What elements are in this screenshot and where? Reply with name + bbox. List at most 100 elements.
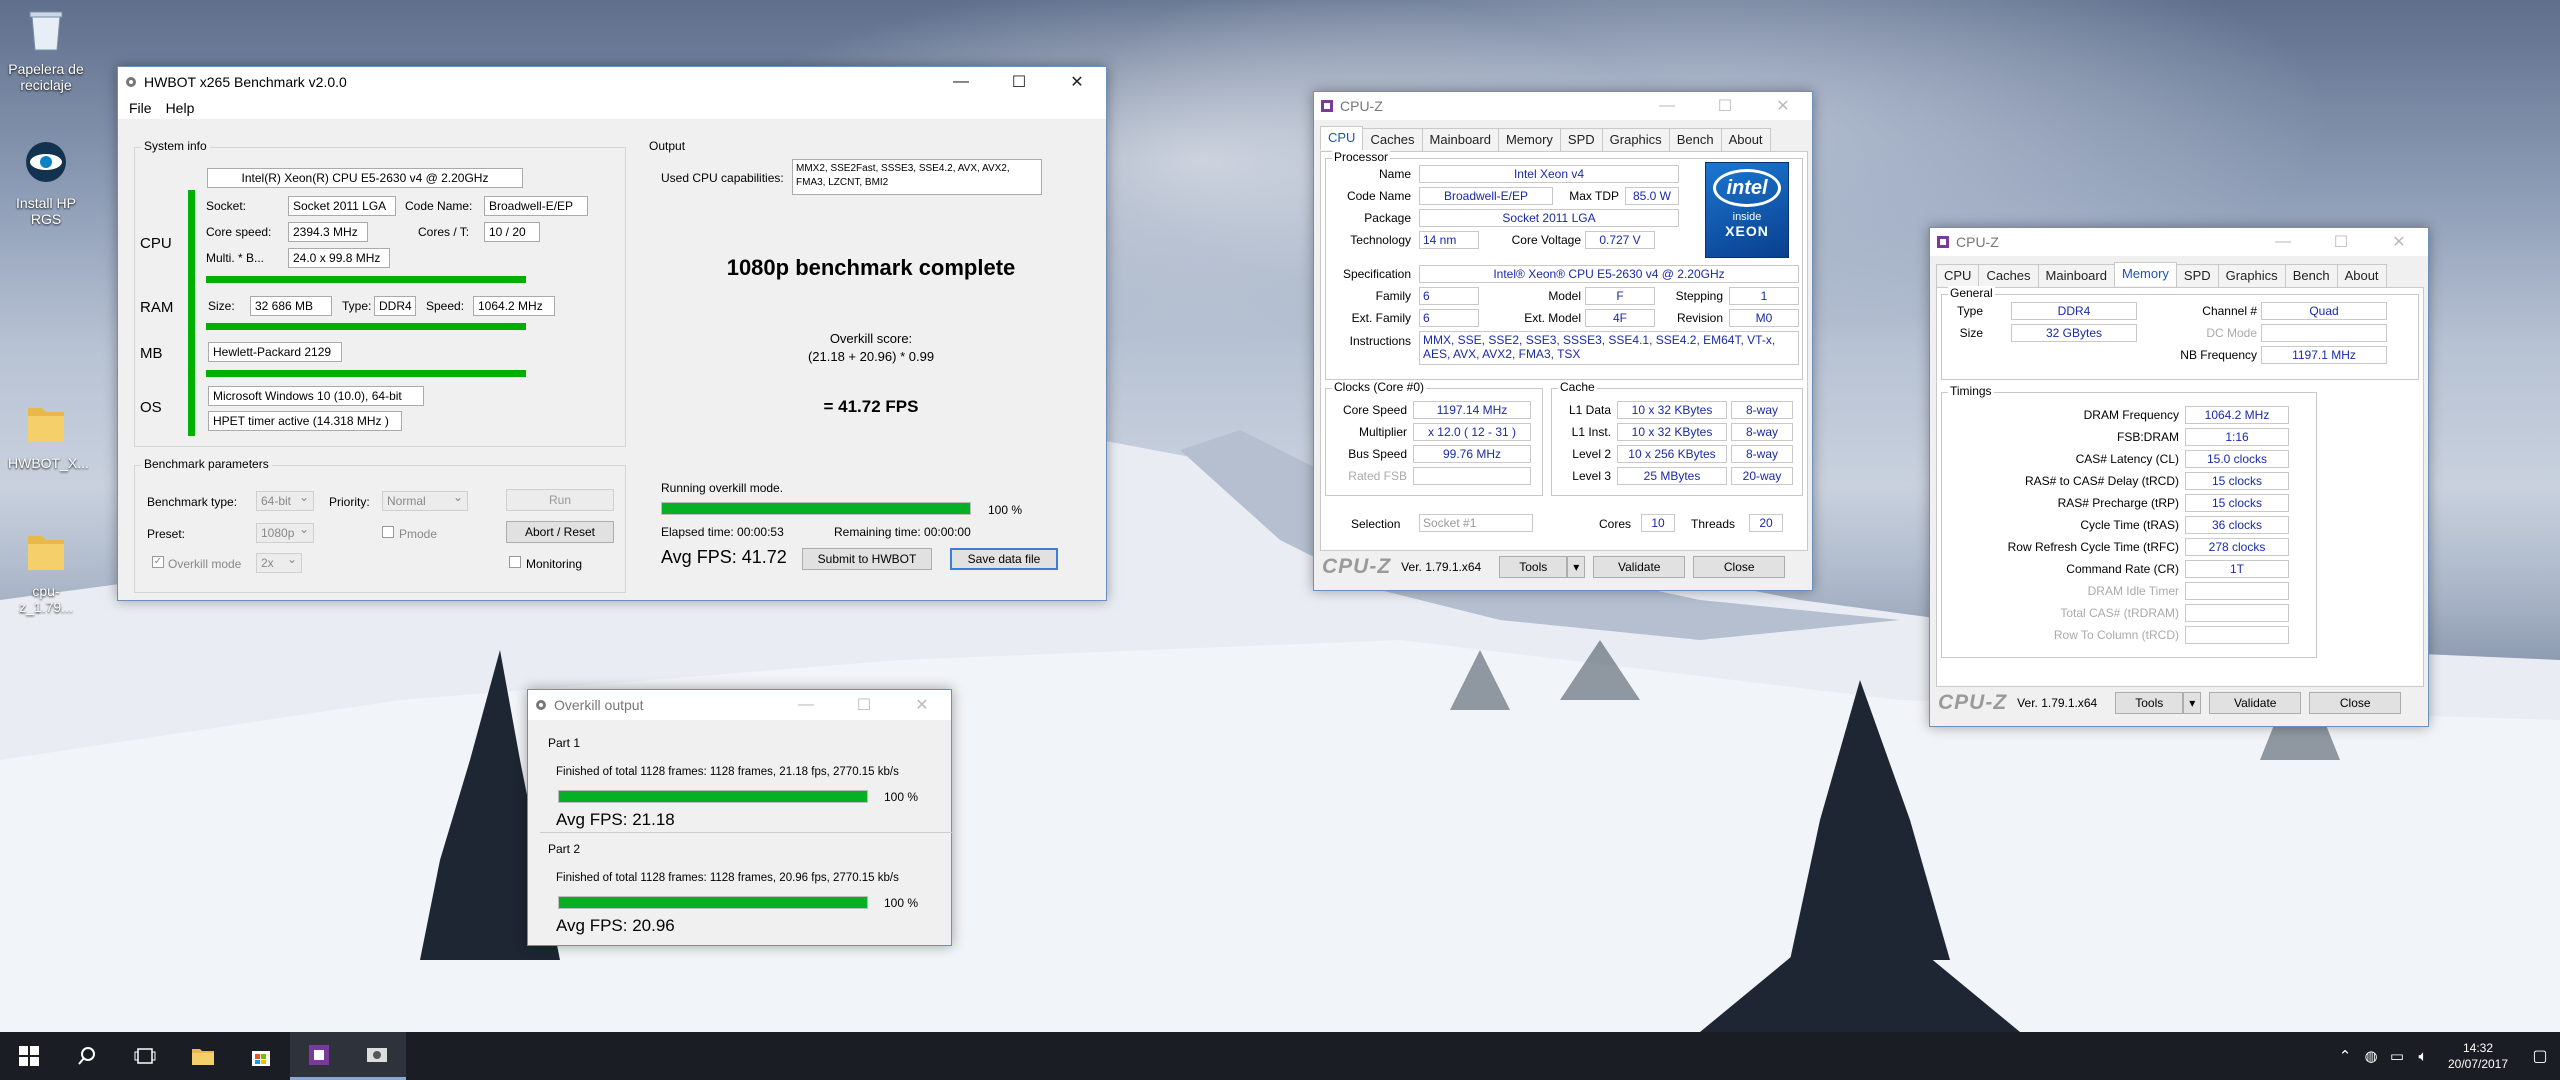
fsb-label: Rated FSB [1348, 469, 1407, 483]
tools-button[interactable]: Tools [2115, 692, 2184, 714]
desktop-icon-hwbot-folder[interactable]: HWBOT_X... [8, 400, 89, 471]
submit-hwbot-button[interactable]: Submit to HWBOT [802, 548, 932, 570]
close-button-footer[interactable]: Close [1693, 556, 1786, 578]
show-hidden-icons-button[interactable]: ⌃ [2332, 1047, 2358, 1065]
tab-about[interactable]: About [2336, 264, 2387, 288]
close-button[interactable]: ✕ [2370, 227, 2428, 257]
overkill-titlebar[interactable]: Overkill output — ☐ ✕ [528, 690, 951, 720]
menu-help[interactable]: Help [159, 100, 202, 116]
task-view-button[interactable] [116, 1032, 174, 1080]
validate-button[interactable]: Validate [1593, 556, 1686, 578]
pmode-checkbox[interactable] [382, 526, 394, 538]
tab-about[interactable]: About [1720, 128, 1771, 152]
revision-value: M0 [1729, 309, 1799, 327]
abort-reset-button[interactable]: Abort / Reset [506, 521, 614, 543]
system-tray: ⌃ ◍ ▭ 🔈︎ [2332, 1047, 2436, 1066]
model-label: Model [1548, 289, 1581, 303]
intel-xeon-logo: intel inside XEON [1705, 162, 1789, 258]
validate-button[interactable]: Validate [2209, 692, 2302, 714]
cpuz-titlebar[interactable]: CPU-Z — ☐ ✕ [1314, 92, 1812, 120]
tab-memory[interactable]: Memory [1497, 128, 1561, 152]
tab-caches[interactable]: Caches [1978, 264, 2039, 288]
overkill-checkbox[interactable]: ✓ [152, 556, 164, 568]
notification-icon: ▢ [2532, 1048, 2548, 1065]
part1-progress-bar [558, 790, 868, 803]
desktop-icon-cpuz-folder[interactable]: cpu-z_1.79... [8, 528, 84, 615]
tools-dropdown-button[interactable]: ▾ [2183, 692, 2202, 714]
maximize-button[interactable]: ☐ [990, 67, 1048, 97]
close-button-footer[interactable]: Close [2309, 692, 2402, 714]
tab-memory[interactable]: Memory [2113, 262, 2177, 286]
ram-size-value: 32 686 MB [250, 296, 332, 316]
tab-graphics[interactable]: Graphics [1601, 128, 1670, 152]
desktop-icon-hp-rgs[interactable]: Install HP RGS [8, 140, 84, 227]
tab-mainboard[interactable]: Mainboard [2037, 264, 2115, 288]
task-view-icon [134, 1048, 156, 1064]
taskbar-hwbot-button[interactable] [348, 1032, 406, 1080]
clock[interactable]: 14:32 20/07/2017 [2436, 1040, 2520, 1072]
menu-file[interactable]: File [122, 100, 159, 116]
tools-button[interactable]: Tools [1499, 556, 1568, 578]
action-center-icon[interactable]: ▭ [2384, 1047, 2410, 1065]
hwbot-titlebar[interactable]: HWBOT x265 Benchmark v2.0.0 — ☐ ✕ [118, 67, 1106, 97]
file-explorer-button[interactable] [174, 1032, 232, 1080]
maximize-button[interactable]: ☐ [835, 690, 893, 720]
cpuz-app-icon [1321, 100, 1333, 112]
part1-line: Finished of total 1128 frames: 1128 fram… [556, 766, 899, 778]
start-button[interactable] [0, 1032, 58, 1080]
window-title: Overkill output [554, 697, 644, 713]
part1-avg-fps: Avg FPS: 21.18 [556, 810, 675, 829]
minimize-button[interactable]: — [2254, 227, 2312, 257]
tools-dropdown-button[interactable]: ▾ [1567, 556, 1586, 578]
os-label: OS [140, 399, 162, 416]
cpuz-titlebar[interactable]: CPU-Z — ☐ ✕ [1930, 228, 2428, 256]
codename-label: Code Name: [405, 199, 473, 213]
xeon-text: XEON [1725, 223, 1769, 239]
tab-cpu[interactable]: CPU [1320, 126, 1364, 150]
cpuz-version: Ver. 1.79.1.x64 [2017, 696, 2098, 710]
tab-spd[interactable]: SPD [1559, 128, 1603, 152]
minimize-button[interactable]: — [777, 690, 835, 720]
maximize-button[interactable]: ☐ [1696, 91, 1754, 121]
cache-row-size: 10 x 32 KBytes [1617, 423, 1727, 441]
selection-select[interactable]: Socket #1 [1419, 514, 1533, 532]
maximize-button[interactable]: ☐ [2312, 227, 2370, 257]
tab-cpu[interactable]: CPU [1936, 264, 1980, 288]
tab-spd[interactable]: SPD [2175, 264, 2219, 288]
preset-select[interactable]: 1080p [256, 522, 314, 543]
pmode-label: Pmode [399, 527, 438, 541]
tab-graphics[interactable]: Graphics [2217, 264, 2286, 288]
progress-percent: 100 % [988, 503, 1023, 517]
desktop-icon-recycle-bin[interactable]: Papelera de reciclaje [8, 6, 84, 93]
tab-caches[interactable]: Caches [1362, 128, 1423, 152]
cpuz-footer: CPU-Z Ver. 1.79.1.x64 Tools ▾ Validate C… [1930, 688, 2428, 718]
tab-bench[interactable]: Bench [2284, 264, 2338, 288]
minimize-button[interactable]: — [932, 67, 990, 97]
volume-icon[interactable]: 🔈︎ [2410, 1048, 2436, 1065]
overkill-select[interactable]: 2x [256, 552, 302, 573]
ram-speed-value: 1064.2 MHz [473, 296, 555, 316]
close-button[interactable]: ✕ [893, 690, 951, 720]
part2-progress-fill [559, 897, 867, 908]
network-status-icon[interactable]: ◍ [2358, 1047, 2384, 1065]
save-data-button[interactable]: Save data file [950, 548, 1058, 570]
run-button[interactable]: Run [506, 489, 614, 511]
tab-mainboard[interactable]: Mainboard [1421, 128, 1499, 152]
search-button[interactable] [58, 1032, 116, 1080]
cache-row-way: 20-way [1731, 467, 1793, 485]
close-button[interactable]: ✕ [1048, 67, 1106, 97]
store-button[interactable] [232, 1032, 290, 1080]
timing-value: 15 clocks [2185, 494, 2289, 512]
notifications-button[interactable]: ▢ [2520, 1046, 2560, 1066]
benchmark-type-select[interactable]: 64-bit [256, 490, 314, 511]
taskbar-cpuz-button[interactable] [290, 1032, 348, 1080]
codename-value: Broadwell-E/EP [1419, 187, 1553, 205]
tab-bench[interactable]: Bench [1668, 128, 1722, 152]
priority-select[interactable]: Normal [382, 490, 468, 511]
minimize-button[interactable]: — [1638, 91, 1696, 121]
hp-rgs-icon [26, 142, 66, 182]
fsb-value [1413, 467, 1531, 485]
monitoring-checkbox[interactable] [509, 556, 521, 568]
close-button[interactable]: ✕ [1754, 91, 1812, 121]
threads-label: Threads [1691, 517, 1736, 531]
